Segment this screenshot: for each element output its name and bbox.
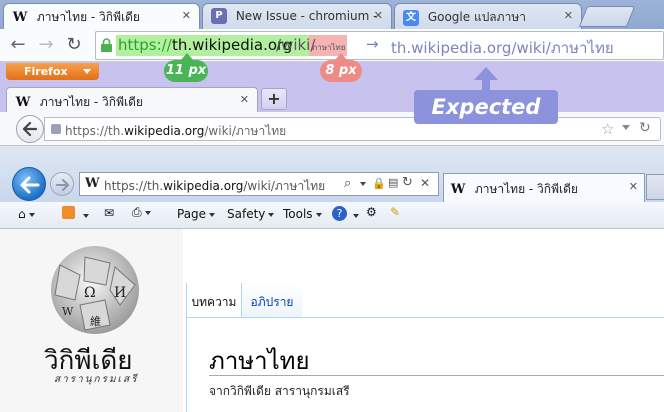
ie-command-bar: ⌂ ✉ ⎙ Page Safety Tools ? ⚙ ✎: [0, 202, 664, 229]
close-tab-icon[interactable]: ✕: [182, 9, 191, 22]
forward-button[interactable]: [50, 172, 74, 196]
page-subtitle: จากวิกิพีเดีย สารานุกรมเสรี: [209, 384, 350, 398]
close-tab-icon[interactable]: ✕: [629, 180, 638, 193]
reload-button[interactable]: ↻: [62, 33, 86, 57]
refresh-icon[interactable]: ↻: [402, 175, 413, 190]
firefox-tab-label: ภาษาไทย - วิกิพีเดีย: [39, 95, 143, 109]
reload-icon[interactable]: ↻: [639, 120, 651, 136]
wiki-content: ภาษาไทย จากวิกิพีเดีย สารานุกรมเสรี: [186, 317, 664, 412]
pencil-icon[interactable]: ✎: [390, 205, 400, 219]
firefox-navbar: https://th.wikipedia.org/wiki/ภาษาไทย ☆ …: [0, 112, 664, 146]
chevron-down-icon[interactable]: [622, 125, 630, 130]
title-divider: [209, 375, 664, 376]
url-path: /wiki/: [276, 36, 316, 54]
firefox-menu-label: Firefox: [24, 65, 68, 78]
svg-text:И: И: [114, 285, 126, 301]
chrome-tab-label: Google แปลภาษา: [427, 10, 526, 24]
wiki-tagline: สารานุกรมเสรี: [54, 374, 139, 385]
page-menu[interactable]: Page: [177, 207, 216, 221]
wikipedia-favicon-icon: W: [450, 181, 466, 197]
back-button[interactable]: [16, 115, 44, 143]
chevron-down-icon[interactable]: [350, 208, 359, 222]
chrome-tab-label: ภาษาไทย - วิกิพีเดีย: [36, 10, 140, 24]
svg-text:Ω: Ω: [84, 285, 96, 301]
wikipedia-page: Ω И 維 W วิกิพีเดีย สารานุกรมเสรี บทความ …: [0, 229, 664, 412]
new-tab-button[interactable]: [578, 6, 636, 27]
stop-icon[interactable]: ✕: [420, 176, 430, 190]
callout-8px: 8 px: [320, 60, 362, 82]
chrome-tab-google-translate[interactable]: 文 Google แปลภาษา ✕: [394, 3, 582, 29]
compat-view-icon[interactable]: ▤: [388, 176, 398, 189]
back-arrow-icon: [20, 176, 40, 194]
forward-arrow-icon: [56, 179, 69, 191]
help-icon[interactable]: ?: [332, 206, 347, 221]
lock-icon[interactable]: 🔒: [372, 177, 386, 190]
lock-icon: [100, 38, 113, 53]
ie-address-bar[interactable]: W https://th.wikipedia.org/wiki/ภาษาไทย …: [79, 172, 439, 196]
google-translate-icon: 文: [403, 9, 419, 26]
chrome-tab-new-issue[interactable]: P New Issue - chromium - A ✕: [202, 3, 392, 29]
callout-11px: 11 px: [164, 60, 208, 82]
ie-tab-label: ภาษาไทย - วิกิพีเดีย: [474, 182, 578, 196]
print-icon[interactable]: ⎙: [132, 205, 151, 220]
globe-icon: [50, 123, 62, 135]
close-tab-icon[interactable]: ✕: [374, 9, 383, 22]
safety-menu[interactable]: Safety: [227, 207, 275, 221]
forward-button[interactable]: →: [34, 33, 58, 57]
chrome-tab-wikipedia[interactable]: W ภาษาไทย - วิกิพีเดีย ✕: [3, 3, 200, 29]
up-arrow-icon: [473, 66, 499, 92]
tools-menu[interactable]: Tools: [283, 207, 322, 221]
project-favicon-icon: P: [211, 8, 227, 24]
right-arrow-icon: →: [366, 35, 379, 53]
search-icon[interactable]: ⌕: [344, 176, 351, 191]
wikipedia-favicon-icon: W: [12, 9, 28, 25]
chrome-toolbar: ← → ↻ https:// th.wikipedia.org /wiki/ ภ…: [0, 29, 664, 62]
back-button[interactable]: [12, 167, 46, 201]
wikipedia-favicon-icon: W: [85, 176, 100, 191]
ie-tab-wikipedia[interactable]: W ภาษาไทย - วิกิพีเดีย ✕: [443, 173, 645, 202]
wiki-sidebar: Ω И 維 W วิกิพีเดีย สารานุกรมเสรี: [0, 229, 183, 412]
chrome-tab-label: New Issue - chromium - A: [235, 9, 376, 23]
new-tab-button[interactable]: +: [261, 88, 287, 110]
expected-badge: Expected: [414, 90, 558, 124]
new-tab-button[interactable]: [646, 174, 664, 200]
chevron-down-icon: [83, 69, 91, 74]
url-host: th.wikipedia.org: [172, 36, 293, 54]
rss-feed-icon[interactable]: [62, 206, 75, 219]
research-icon[interactable]: ⚙: [366, 205, 377, 219]
chevron-down-icon[interactable]: [360, 182, 366, 186]
expected-url-text: th.wikipedia.org/wiki/ภาษาไทย: [391, 39, 614, 57]
firefox-url-text: https://th.wikipedia.org/wiki/ภาษาไทย: [65, 124, 287, 138]
chrome-tabstrip: W ภาษาไทย - วิกิพีเดีย ✕ P New Issue - c…: [0, 0, 664, 29]
tab-article[interactable]: บทความ: [186, 283, 242, 317]
home-icon[interactable]: ⌂: [18, 207, 35, 221]
mail-icon[interactable]: ✉: [104, 206, 114, 220]
url-scheme: https://: [118, 36, 172, 54]
firefox-url-bar[interactable]: https://th.wikipedia.org/wiki/ภาษาไทย ☆ …: [44, 117, 661, 141]
wikipedia-globe-logo[interactable]: Ω И 維 W: [40, 245, 150, 355]
firefox-tab-wikipedia[interactable]: W ภาษาไทย - วิกิพีเดีย ✕: [6, 87, 258, 113]
svg-text:W: W: [62, 305, 74, 318]
close-tab-icon[interactable]: ✕: [240, 93, 249, 106]
wikipedia-favicon-icon: W: [15, 94, 31, 110]
ie-url-text: https://th.wikipedia.org/wiki/ภาษาไทย: [104, 179, 326, 193]
bookmark-star-icon[interactable]: ☆: [601, 120, 614, 138]
tab-talk[interactable]: อภิปราย: [242, 283, 302, 317]
close-tab-icon[interactable]: ✕: [564, 9, 573, 22]
chevron-down-icon[interactable]: [80, 208, 89, 222]
back-arrow-icon: [22, 121, 38, 137]
svg-text:維: 維: [90, 315, 101, 328]
back-button[interactable]: ←: [6, 33, 30, 57]
firefox-menu-button[interactable]: Firefox: [6, 63, 99, 80]
